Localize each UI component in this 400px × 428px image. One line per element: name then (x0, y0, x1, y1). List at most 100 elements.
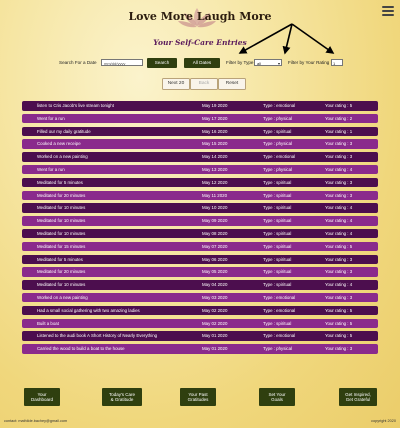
all-dates-button[interactable]: All Dates (184, 58, 220, 68)
list-item[interactable]: Worked on a new painting May 14 2020 Type … (22, 152, 378, 162)
logo-row: Love More Laugh More (0, 4, 400, 30)
entry-rating: Your rating : 2 (325, 115, 353, 121)
list-item[interactable]: Carried the wood to build a boat to the … (22, 344, 378, 354)
date-input[interactable]: mm/dd/yyyy (101, 59, 143, 66)
entry-rating: Your rating : 3 (325, 179, 353, 185)
entry-date: May 15 2020 (202, 141, 228, 147)
list-item[interactable]: Meditated for 5 minutes May 12 2020 Type :… (22, 177, 378, 188)
entry-text: Meditated for 10 minutes (37, 230, 86, 236)
entry-text: Went for a run (37, 115, 65, 121)
entry-type: Type : spiritual (263, 269, 292, 275)
entry-text: Built a boat (37, 320, 59, 326)
list-item[interactable]: Meditated for 10 minutes May 09 2020 Type … (22, 216, 378, 226)
entry-text: Went for a run (37, 166, 65, 172)
entry-text: Cooked a new receipe (37, 141, 81, 147)
list-item[interactable]: Built a boat May 02 2020 Type : spiritual Y… (22, 318, 378, 329)
entry-rating: Your rating : 3 (325, 269, 353, 275)
entry-date: May 08 2020 (202, 230, 228, 236)
search-filter-bar: Search For a Date mm/dd/yyyy Search All … (0, 58, 400, 70)
entry-type: Type : spiritual (263, 230, 292, 236)
list-item[interactable]: Meditated for 10 minutes May 08 2020 Type … (22, 228, 378, 239)
rating-filter-select[interactable]: 1 (331, 59, 343, 66)
entry-date: May 10 2020 (202, 205, 228, 211)
entry-type: Type : emotional (263, 333, 296, 339)
dashboard-button[interactable]: Your Dashboard (24, 388, 60, 406)
list-item[interactable]: listen to Cris Jacob's live stream tonig… (22, 101, 378, 111)
rating-filter-label: Filter by Your Rating (288, 60, 330, 65)
list-item[interactable]: Meditated for 20 minutes May 11 2020 Type … (22, 190, 378, 201)
entry-text: Meditated for 10 minutes (37, 205, 86, 211)
entry-text: Had a small social gathering with two am… (37, 307, 140, 313)
search-date-label: Search For a Date (59, 60, 97, 65)
entry-type: Type : spiritual (263, 282, 292, 288)
entry-date: May 01 2020 (202, 333, 228, 339)
entry-text: Meditated for 20 minutes (37, 192, 86, 198)
entry-type: Type : physical (263, 115, 293, 121)
entry-text: Meditated for 15 minutes (37, 243, 86, 249)
list-item[interactable]: Meditated for 20 minutes May 05 2020 Type … (22, 267, 378, 277)
entry-date: May 11 2020 (202, 192, 228, 198)
entry-date: May 05 2020 (202, 269, 228, 275)
list-item[interactable]: Had a small social gathering with two am… (22, 305, 378, 316)
pagination-bar: Next 20 Back Reset (0, 78, 400, 90)
list-item[interactable]: Cooked a new receipe May 15 2020 Type : ph… (22, 139, 378, 149)
entry-type: Type : spiritual (263, 128, 292, 134)
type-filter-select[interactable]: all (254, 59, 282, 67)
page-title: Your Self-Care Entries (153, 38, 247, 47)
entry-date: May 16 2020 (202, 128, 228, 134)
list-item[interactable]: Went for a run May 17 2020 Type : physical… (22, 113, 378, 124)
entry-date: May 14 2020 (202, 154, 228, 160)
entry-text: Listened to the audi book A Short Histor… (37, 333, 158, 339)
list-item[interactable]: Listened to the audi book A Short Histor… (22, 331, 378, 341)
entry-date: May 04 2020 (202, 282, 228, 288)
entry-rating: Your rating : 3 (325, 346, 353, 352)
entry-type: Type : spiritual (263, 192, 292, 198)
entry-type: Type : spiritual (263, 179, 292, 185)
list-item[interactable]: Went for a run May 13 2020 Type : physical… (22, 164, 378, 175)
site-title: Love More Laugh More (128, 10, 272, 23)
next-20-button[interactable]: Next 20 (162, 78, 190, 90)
entry-date: May 13 2020 (202, 166, 228, 172)
entry-type: Type : spiritual (263, 243, 292, 249)
list-item[interactable]: Meditated for 10 minutes May 04 2020 Type … (22, 280, 378, 290)
entry-rating: Your rating : 4 (325, 166, 353, 172)
entry-text: Meditated for 5 minutes (37, 256, 83, 262)
entry-rating: Your rating : 3 (325, 192, 353, 198)
entry-type: Type : emotional (263, 307, 296, 313)
get-inspired-button[interactable]: Get Inspired, Get Grateful (339, 388, 377, 406)
entry-text: Worked on a new painting (37, 294, 88, 300)
type-filter-label: Filter by Type (226, 60, 254, 65)
entry-text: Meditated for 10 minutes (37, 282, 86, 288)
reset-button[interactable]: Reset (218, 78, 246, 90)
list-item[interactable]: Worked on a new painting May 03 2020 Type … (22, 292, 378, 303)
back-button[interactable]: Back (190, 78, 218, 90)
entry-text: Worked on a new painting (37, 154, 88, 160)
entry-type: Type : physical (263, 166, 293, 172)
entry-rating: Your rating : 5 (325, 243, 353, 249)
todays-care-button[interactable]: Today's Care & Gratitude (102, 388, 142, 406)
entry-date: May 12 2020 (202, 179, 228, 185)
entry-rating: Your rating : 5 (325, 103, 353, 108)
set-goals-button[interactable]: Set Your Goals (259, 388, 295, 406)
search-button[interactable]: Search (147, 58, 177, 68)
entry-date: May 03 2020 (202, 294, 228, 300)
entry-type: Type : spiritual (263, 205, 292, 211)
list-item[interactable]: Meditated for 5 minutes May 06 2020 Type :… (22, 254, 378, 265)
entry-rating: Your rating : 3 (325, 294, 353, 300)
entry-rating: Your rating : 3 (325, 256, 353, 262)
entry-type: Type : physical (263, 346, 293, 352)
copyright-text: copyright 2020 (371, 419, 396, 423)
entry-text: Meditated for 10 minutes (37, 218, 86, 224)
list-item[interactable]: Meditated for 15 minutes May 07 2020 Type … (22, 241, 378, 252)
entry-rating: Your rating : 4 (325, 205, 353, 211)
contact-text: contact: mathilde.bachey@gmail.com (4, 419, 68, 423)
entry-rating: Your rating : 4 (325, 282, 353, 288)
entry-text: listen to Cris Jacob's live stream tonig… (37, 103, 114, 108)
entry-text: Meditated for 5 minutes (37, 179, 83, 185)
entry-rating: Your rating : 3 (325, 154, 353, 160)
past-gratitudes-button[interactable]: Your Past Gratitudes (180, 388, 216, 406)
list-item[interactable]: Meditated for 10 minutes May 10 2020 Type … (22, 203, 378, 213)
list-item[interactable]: Filled our my daily gratitude May 16 2020… (22, 126, 378, 137)
entry-rating: Your rating : 3 (325, 141, 353, 147)
entry-date: May 02 2020 (202, 320, 228, 326)
